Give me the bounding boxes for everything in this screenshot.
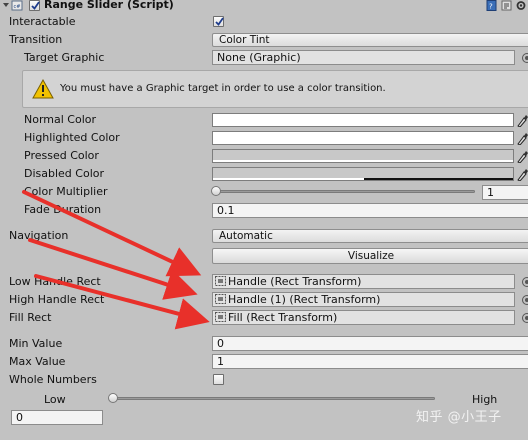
watermark: 知乎 @小王子 [416,410,502,425]
annotation-arrow-high-handle [28,238,198,300]
annotation-arrows [22,190,210,330]
annotation-arrow-fill-rect [34,274,210,330]
annotation-arrow-low-handle [22,190,202,277]
